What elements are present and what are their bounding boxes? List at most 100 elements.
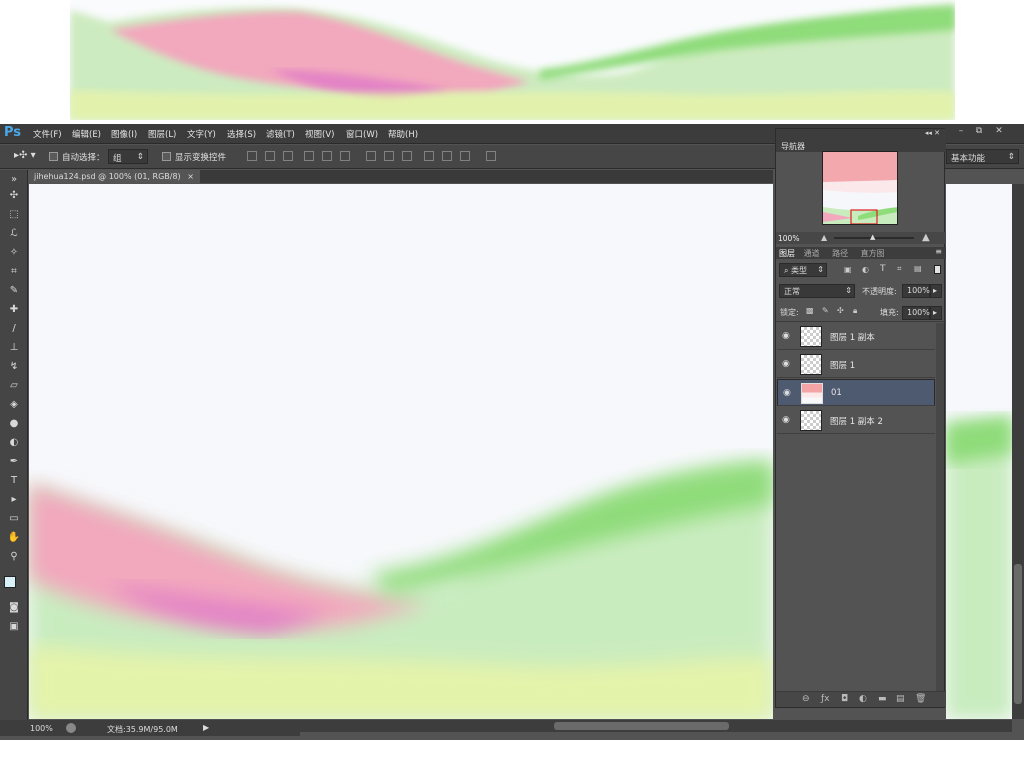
document-canvas[interactable]	[29, 184, 773, 719]
clone-stamp-tool-icon[interactable]: ⊥	[5, 342, 23, 357]
menu-filter[interactable]: 滤镜(T)	[266, 128, 295, 140]
filter-type-icon[interactable]: T	[880, 264, 886, 274]
menu-window[interactable]: 窗口(W)	[346, 128, 378, 140]
zoom-out-icon[interactable]: ▲	[821, 233, 827, 242]
zoom-tool-icon[interactable]: ⚲	[5, 551, 23, 566]
distribute-hcenter-icon[interactable]	[442, 151, 452, 161]
menu-layer[interactable]: 图层(L)	[148, 128, 176, 140]
align-right-icon[interactable]	[340, 151, 350, 161]
vertical-scrollbar[interactable]	[1012, 184, 1024, 719]
layer-row-selected[interactable]: ◉ 01	[777, 379, 935, 406]
show-transform-checkbox[interactable]	[162, 152, 171, 161]
document-tab[interactable]: jihehua124.psd @ 100% (01, RGB/8) ×	[28, 170, 200, 183]
menu-edit[interactable]: 编辑(E)	[72, 128, 101, 140]
move-tool-icon[interactable]: ✣	[5, 190, 23, 205]
history-brush-tool-icon[interactable]: ↯	[5, 361, 23, 376]
filter-toggle-icon[interactable]	[934, 265, 941, 274]
auto-select-checkbox[interactable]	[49, 152, 58, 161]
layers-scrollbar[interactable]	[936, 323, 944, 693]
tab-histogram[interactable]: 直方图	[861, 248, 891, 259]
link-layers-icon[interactable]: ⊖	[802, 694, 810, 704]
opacity-input[interactable]: 100%	[902, 284, 930, 298]
auto-select-dropdown[interactable]: 组 ⇕	[108, 149, 148, 164]
distribute-right-icon[interactable]	[460, 151, 470, 161]
delete-layer-icon[interactable]: 🗑︎	[915, 694, 926, 704]
align-bottom-icon[interactable]	[283, 151, 293, 161]
adjustment-layer-icon[interactable]: ◐	[859, 694, 867, 704]
fill-input[interactable]: 100%	[902, 306, 930, 320]
layer-filter-dropdown[interactable]: ⌕ 类型 ⇕	[779, 263, 827, 277]
menu-select[interactable]: 选择(S)	[227, 128, 256, 140]
collapse-panels-icon[interactable]: ◂◂ ✕	[925, 129, 940, 137]
visibility-eye-icon[interactable]: ◉	[783, 388, 795, 398]
distribute-bottom-icon[interactable]	[402, 151, 412, 161]
menu-file[interactable]: 文件(F)	[33, 128, 62, 140]
new-layer-icon[interactable]: ▤	[896, 694, 905, 704]
distribute-top-icon[interactable]	[366, 151, 376, 161]
tab-paths[interactable]: 路径	[832, 248, 858, 259]
layer-row[interactable]: ◉ 图层 1 副本	[777, 323, 935, 350]
visibility-eye-icon[interactable]: ◉	[782, 359, 794, 369]
navigator-slider-thumb[interactable]: ▲	[870, 233, 875, 241]
opacity-dropdown-icon[interactable]: ▸	[930, 284, 942, 298]
close-tab-icon[interactable]: ×	[187, 172, 194, 181]
filter-pixel-icon[interactable]: ▣	[844, 265, 852, 274]
menu-type[interactable]: 文字(Y)	[187, 128, 216, 140]
navigator-zoom-value[interactable]: 100%	[778, 234, 799, 243]
zoom-level[interactable]: 100%	[30, 724, 53, 733]
hand-tool-icon[interactable]: ✋	[5, 532, 23, 547]
lock-all-icon[interactable]: 🔒︎	[853, 306, 857, 316]
paint-bucket-tool-icon[interactable]: ◈	[5, 399, 23, 414]
distribute-left-icon[interactable]	[424, 151, 434, 161]
screen-mode-icon[interactable]: ▣	[5, 621, 23, 636]
lock-position-icon[interactable]: ✣	[837, 306, 844, 315]
vertical-scroll-thumb[interactable]	[1014, 564, 1022, 704]
menu-view[interactable]: 视图(V)	[305, 128, 334, 140]
tab-channels[interactable]: 通道	[804, 248, 830, 259]
navigator-title[interactable]: 导航器	[781, 142, 805, 151]
filter-shape-icon[interactable]: ⌗	[897, 264, 902, 274]
toolbar-collapse-icon[interactable]: »	[5, 174, 23, 189]
move-tool-preset-icon[interactable]: ▸✣ ▾	[14, 150, 36, 161]
lock-transparent-icon[interactable]: ▩	[806, 306, 814, 315]
blur-tool-icon[interactable]: ●	[5, 418, 23, 433]
navigator-thumbnail[interactable]	[822, 151, 898, 225]
layer-row[interactable]: ◉ 图层 1	[777, 351, 935, 378]
lock-pixels-icon[interactable]: ✎	[822, 306, 829, 315]
layer-style-icon[interactable]: ƒx	[821, 694, 830, 704]
add-mask-icon[interactable]: ◘	[841, 694, 848, 704]
align-top-icon[interactable]	[247, 151, 257, 161]
marquee-tool-icon[interactable]: ⬚	[5, 209, 23, 224]
align-hcenter-icon[interactable]	[322, 151, 332, 161]
proof-icon[interactable]	[66, 723, 76, 733]
filter-smartobject-icon[interactable]: ▤	[914, 264, 922, 273]
workspace-dropdown[interactable]: 基本功能 ⇕	[946, 149, 1019, 164]
fill-dropdown-icon[interactable]: ▸	[930, 306, 942, 320]
zoom-in-icon[interactable]: ▲	[922, 232, 930, 243]
magic-wand-tool-icon[interactable]: ✧	[5, 247, 23, 262]
minimize-button[interactable]: –	[954, 126, 968, 138]
distribute-vcenter-icon[interactable]	[384, 151, 394, 161]
align-left-icon[interactable]	[304, 151, 314, 161]
foreground-color-swatch[interactable]	[4, 576, 16, 588]
align-vcenter-icon[interactable]	[265, 151, 275, 161]
status-menu-arrow-icon[interactable]: ▶	[203, 723, 209, 732]
eyedropper-tool-icon[interactable]: ✎	[5, 285, 23, 300]
restore-button[interactable]: ⧉	[972, 126, 986, 138]
rectangle-tool-icon[interactable]: ▭	[5, 513, 23, 528]
auto-align-icon[interactable]	[486, 151, 496, 161]
crop-tool-icon[interactable]: ⌗	[5, 266, 23, 281]
path-selection-tool-icon[interactable]: ▸	[5, 494, 23, 509]
blend-mode-dropdown[interactable]: 正常 ⇕	[779, 284, 855, 298]
layers-panel-menu-icon[interactable]: ≡	[935, 247, 942, 256]
dodge-tool-icon[interactable]: ◐	[5, 437, 23, 452]
menu-image[interactable]: 图像(I)	[111, 128, 137, 140]
close-button[interactable]: ✕	[992, 126, 1006, 138]
brush-tool-icon[interactable]: /	[5, 323, 23, 338]
visibility-eye-icon[interactable]: ◉	[782, 331, 794, 341]
layer-row[interactable]: ◉ 图层 1 副本 2	[777, 407, 935, 434]
healing-brush-tool-icon[interactable]: ✚	[5, 304, 23, 319]
menu-help[interactable]: 帮助(H)	[388, 128, 418, 140]
new-group-icon[interactable]: ▬	[878, 694, 887, 704]
filter-adjustment-icon[interactable]: ◐	[862, 265, 869, 274]
